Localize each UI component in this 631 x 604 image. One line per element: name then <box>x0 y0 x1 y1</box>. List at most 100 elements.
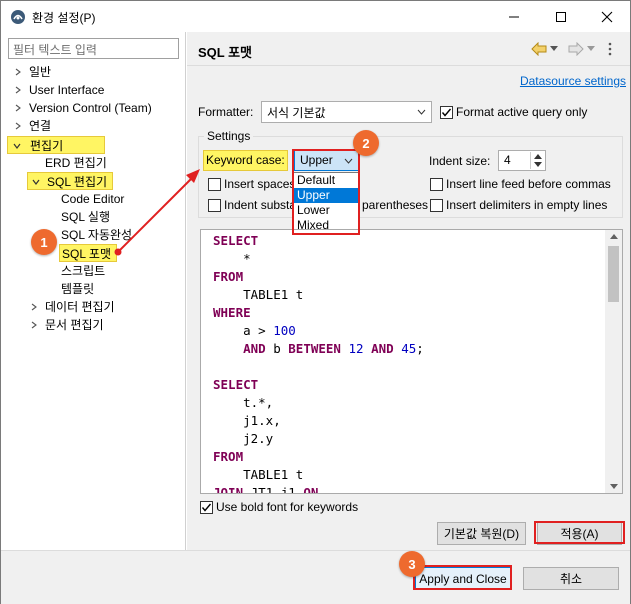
annotation-box-apply-close <box>413 565 512 590</box>
annotation-box-dropdown <box>292 149 360 235</box>
tree-item-label: SQL 실행 <box>61 210 110 224</box>
editor-vertical-scrollbar[interactable] <box>605 230 622 493</box>
formatter-select[interactable]: 서식 기본값 <box>261 101 432 123</box>
minimize-button[interactable] <box>491 1 537 32</box>
scroll-up-icon[interactable] <box>610 234 618 239</box>
view-menu-icon[interactable] <box>608 41 612 57</box>
tree-item-general[interactable]: 일반 <box>13 63 51 81</box>
sql-keyword: SELECT <box>213 233 259 248</box>
sql-number: 12 <box>348 341 364 356</box>
filter-input[interactable]: 필터 텍스트 입력 <box>8 38 179 59</box>
chevron-right-icon <box>15 122 21 130</box>
tree-item-document-editor[interactable]: 문서 편집기 <box>29 316 104 334</box>
chevron-right-icon <box>31 321 37 329</box>
insert-line-feed-checkbox[interactable] <box>430 178 443 191</box>
chevron-right-icon <box>15 86 21 94</box>
bold-keywords-checkbox[interactable] <box>200 501 213 514</box>
indent-size-label: Indent size: <box>429 154 491 168</box>
tree-item-erd-editor[interactable]: ERD 편집기 <box>45 154 107 172</box>
sql-text: TABLE1 t <box>243 287 304 302</box>
tree-item-sql-editor[interactable]: SQL 편집기 <box>27 172 113 190</box>
insert-delimiters-checkbox[interactable] <box>430 199 443 212</box>
chevron-right-icon <box>15 68 21 76</box>
sql-text: b <box>265 341 289 356</box>
formatter-value: 서식 기본값 <box>267 106 326 120</box>
scroll-down-icon[interactable] <box>610 484 618 489</box>
tree-item-label: 편집기 <box>30 139 64 153</box>
format-active-query-checkbox[interactable] <box>440 106 453 119</box>
close-button[interactable] <box>584 1 630 32</box>
tree-item-label: 스크립트 <box>61 264 106 278</box>
chevron-down-icon <box>32 179 40 185</box>
sql-text: j2.y <box>243 431 274 446</box>
formatter-label: Formatter: <box>198 105 254 119</box>
maximize-button[interactable] <box>538 1 584 32</box>
back-dropdown-icon[interactable] <box>550 46 558 52</box>
check-icon <box>201 503 212 512</box>
tree-item-editors[interactable]: 편집기 <box>7 136 105 154</box>
sql-keyword: FROM <box>213 449 244 464</box>
sql-text: * <box>243 251 251 266</box>
tree-item-data-editor[interactable]: 데이터 편집기 <box>29 298 115 316</box>
back-arrow-icon[interactable] <box>531 42 547 56</box>
tree-item-label: 템플릿 <box>61 282 95 296</box>
sql-number: 45 <box>401 341 417 356</box>
indent-parentheses-label: Indent substa <box>224 198 297 212</box>
annotation-badge-1: 1 <box>31 229 57 255</box>
sql-keyword: ON <box>303 485 319 494</box>
insert-spaces-label: Insert spaces <box>224 177 296 191</box>
app-icon <box>11 10 25 24</box>
spinner-down-icon[interactable] <box>534 162 542 167</box>
sql-keyword: AND <box>243 341 266 356</box>
indent-size-spinner[interactable]: 4 <box>498 150 546 171</box>
insert-delimiters-label: Insert delimiters in empty lines <box>446 198 608 212</box>
sql-keyword: AND <box>371 341 394 356</box>
tree-item-label: User Interface <box>29 83 105 97</box>
format-active-query-label: Format active query only <box>456 105 588 119</box>
dialog-button-bar: Apply and Close 취소 <box>1 550 630 604</box>
tree-item-sql-format[interactable]: SQL 포맷 <box>59 244 117 262</box>
tree-item-templates[interactable]: 템플릿 <box>61 280 94 298</box>
chevron-right-icon <box>31 303 37 311</box>
tree-item-label: 데이터 편집기 <box>45 300 115 314</box>
sql-number: 100 <box>273 323 296 338</box>
spinner-up-icon[interactable] <box>534 154 542 159</box>
sql-text: t.*, <box>243 395 274 410</box>
annotation-badge-3: 3 <box>399 551 425 577</box>
forward-dropdown-icon[interactable] <box>587 46 595 52</box>
indent-parentheses-checkbox[interactable] <box>208 199 221 212</box>
tree-item-code-editor[interactable]: Code Editor <box>61 190 124 208</box>
scroll-thumb[interactable] <box>608 246 619 302</box>
sql-preview-editor[interactable]: SELECT * FROM TABLE1 t WHERE a > 100 AND… <box>200 229 623 494</box>
cancel-button[interactable]: 취소 <box>523 567 619 590</box>
keyword-case-label: Keyword case: <box>203 150 288 171</box>
sql-text: j1.x, <box>243 413 281 428</box>
restore-defaults-button[interactable]: 기본값 복원(D) <box>437 522 526 545</box>
close-icon <box>601 11 613 22</box>
tree-item-sql-execution[interactable]: SQL 실행 <box>61 208 110 226</box>
insert-spaces-checkbox[interactable] <box>208 178 221 191</box>
datasource-settings-link[interactable]: Datasource settings <box>520 74 626 88</box>
page-title: SQL 포맷 <box>198 45 253 60</box>
sql-text: JT1 j1 <box>250 485 296 494</box>
sql-preview-code: SELECT * FROM TABLE1 t WHERE a > 100 AND… <box>213 232 424 494</box>
indent-size-value: 4 <box>504 153 511 167</box>
insert-line-feed-label: Insert line feed before commas <box>446 177 611 191</box>
tree-item-version-control[interactable]: Version Control (Team) <box>13 99 152 117</box>
tree-item-label: 연결 <box>29 119 52 133</box>
tree-item-sql-autocomplete[interactable]: SQL 자동완성 <box>61 226 132 244</box>
page-header: SQL 포맷 <box>187 32 630 66</box>
tree-item-connection[interactable]: 연결 <box>13 117 51 135</box>
check-icon <box>441 108 452 117</box>
annotation-badge-2: 2 <box>353 130 379 156</box>
tree-item-label: 문서 편집기 <box>45 318 104 332</box>
tree-item-label: Version Control (Team) <box>29 101 152 115</box>
tree-item-label: ERD 편집기 <box>45 156 107 170</box>
spinner-buttons[interactable] <box>530 152 544 169</box>
indent-parentheses-label-tail: parentheses <box>362 198 429 212</box>
forward-arrow-icon[interactable] <box>568 42 584 56</box>
tree-item-user-interface[interactable]: User Interface <box>13 81 104 99</box>
maximize-icon <box>556 11 566 22</box>
tree-item-label: Code Editor <box>61 192 125 206</box>
tree-item-scripts[interactable]: 스크립트 <box>61 262 105 280</box>
